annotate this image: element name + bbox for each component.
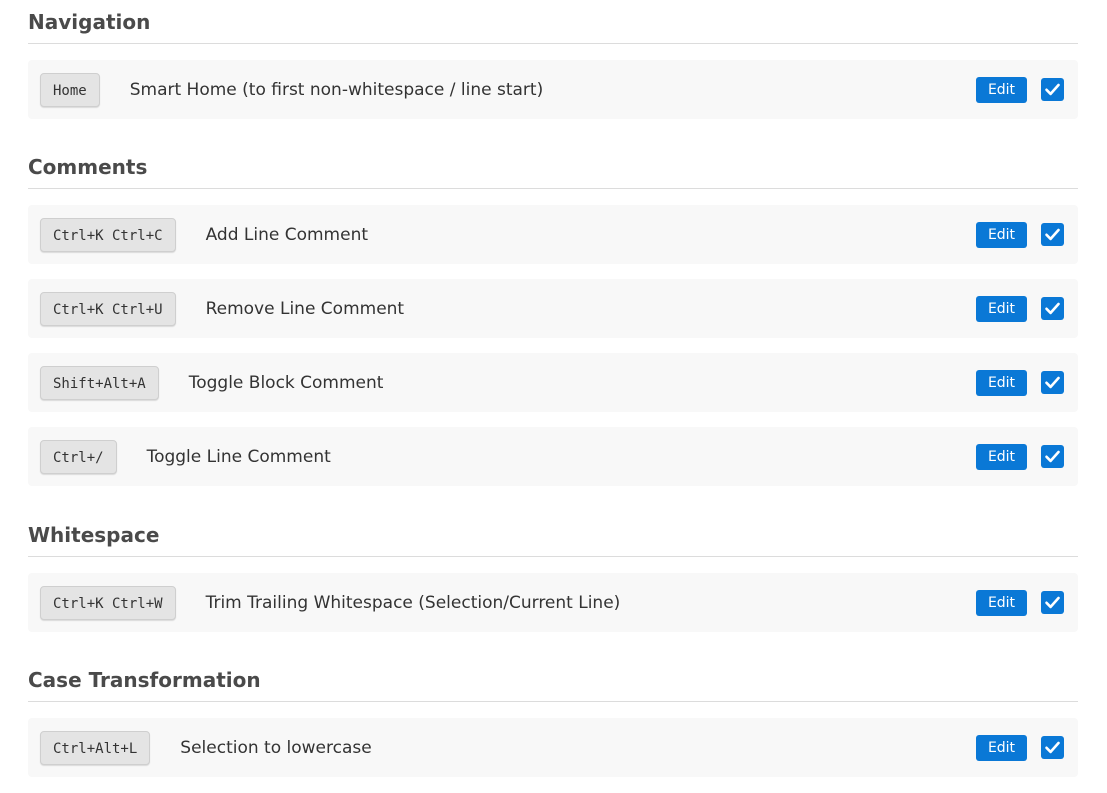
key-combo: Ctrl+K Ctrl+U [40, 291, 176, 326]
command-description: Toggle Line Comment [146, 446, 331, 467]
edit-button[interactable]: Edit [976, 222, 1027, 248]
checkmark-icon [1045, 450, 1060, 463]
checkmark-icon [1045, 228, 1060, 241]
key-combo: Ctrl+Alt+L [40, 730, 151, 765]
edit-button[interactable]: Edit [976, 590, 1027, 616]
section-title: Navigation [28, 8, 1078, 44]
enabled-checkbox[interactable] [1041, 78, 1064, 101]
edit-button[interactable]: Edit [976, 444, 1027, 470]
enabled-checkbox[interactable] [1041, 591, 1064, 614]
checkmark-icon [1045, 302, 1060, 315]
checkmark-icon [1045, 376, 1060, 389]
command-description: Add Line Comment [205, 224, 369, 245]
keybinding-row: Ctrl+K Ctrl+U Remove Line Comment Edit [28, 279, 1078, 338]
section-navigation: Navigation Home Smart Home (to first non… [28, 8, 1078, 134]
keybinding-row: Ctrl+K Ctrl+W Trim Trailing Whitespace (… [28, 573, 1078, 632]
edit-button[interactable]: Edit [976, 296, 1027, 322]
keybinding-row: Ctrl+Alt+L Selection to lowercase Edit [28, 718, 1078, 777]
edit-button[interactable]: Edit [976, 77, 1027, 103]
command-description: Trim Trailing Whitespace (Selection/Curr… [205, 592, 621, 613]
key-combo: Ctrl+/ [40, 439, 117, 474]
key-combo: Ctrl+K Ctrl+C [40, 217, 176, 252]
checkmark-icon [1045, 596, 1060, 609]
section-title: Whitespace [28, 521, 1078, 557]
section-title: Case Transformation [28, 666, 1078, 702]
keybinding-row: Ctrl+/ Toggle Line Comment Edit [28, 427, 1078, 486]
section-comments: Comments Ctrl+K Ctrl+C Add Line Comment … [28, 153, 1078, 501]
section-whitespace: Whitespace Ctrl+K Ctrl+W Trim Trailing W… [28, 521, 1078, 647]
keybinding-row: Ctrl+K Ctrl+C Add Line Comment Edit [28, 205, 1078, 264]
edit-button[interactable]: Edit [976, 735, 1027, 761]
edit-button[interactable]: Edit [976, 370, 1027, 396]
enabled-checkbox[interactable] [1041, 223, 1064, 246]
checkmark-icon [1045, 83, 1060, 96]
command-description: Remove Line Comment [205, 298, 405, 319]
key-combo: Home [40, 72, 100, 107]
checkmark-icon [1045, 741, 1060, 754]
command-description: Smart Home (to first non-whitespace / li… [129, 79, 544, 100]
keybinding-row: Shift+Alt+A Toggle Block Comment Edit [28, 353, 1078, 412]
keybindings-page: Navigation Home Smart Home (to first non… [0, 0, 1107, 793]
enabled-checkbox[interactable] [1041, 297, 1064, 320]
section-case-transformation: Case Transformation Ctrl+Alt+L Selection… [28, 666, 1078, 792]
enabled-checkbox[interactable] [1041, 445, 1064, 468]
enabled-checkbox[interactable] [1041, 736, 1064, 759]
command-description: Selection to lowercase [180, 737, 372, 758]
command-description: Toggle Block Comment [188, 372, 384, 393]
section-title: Comments [28, 153, 1078, 189]
keybinding-row: Home Smart Home (to first non-whitespace… [28, 60, 1078, 119]
enabled-checkbox[interactable] [1041, 371, 1064, 394]
key-combo: Shift+Alt+A [40, 365, 159, 400]
key-combo: Ctrl+K Ctrl+W [40, 585, 176, 620]
